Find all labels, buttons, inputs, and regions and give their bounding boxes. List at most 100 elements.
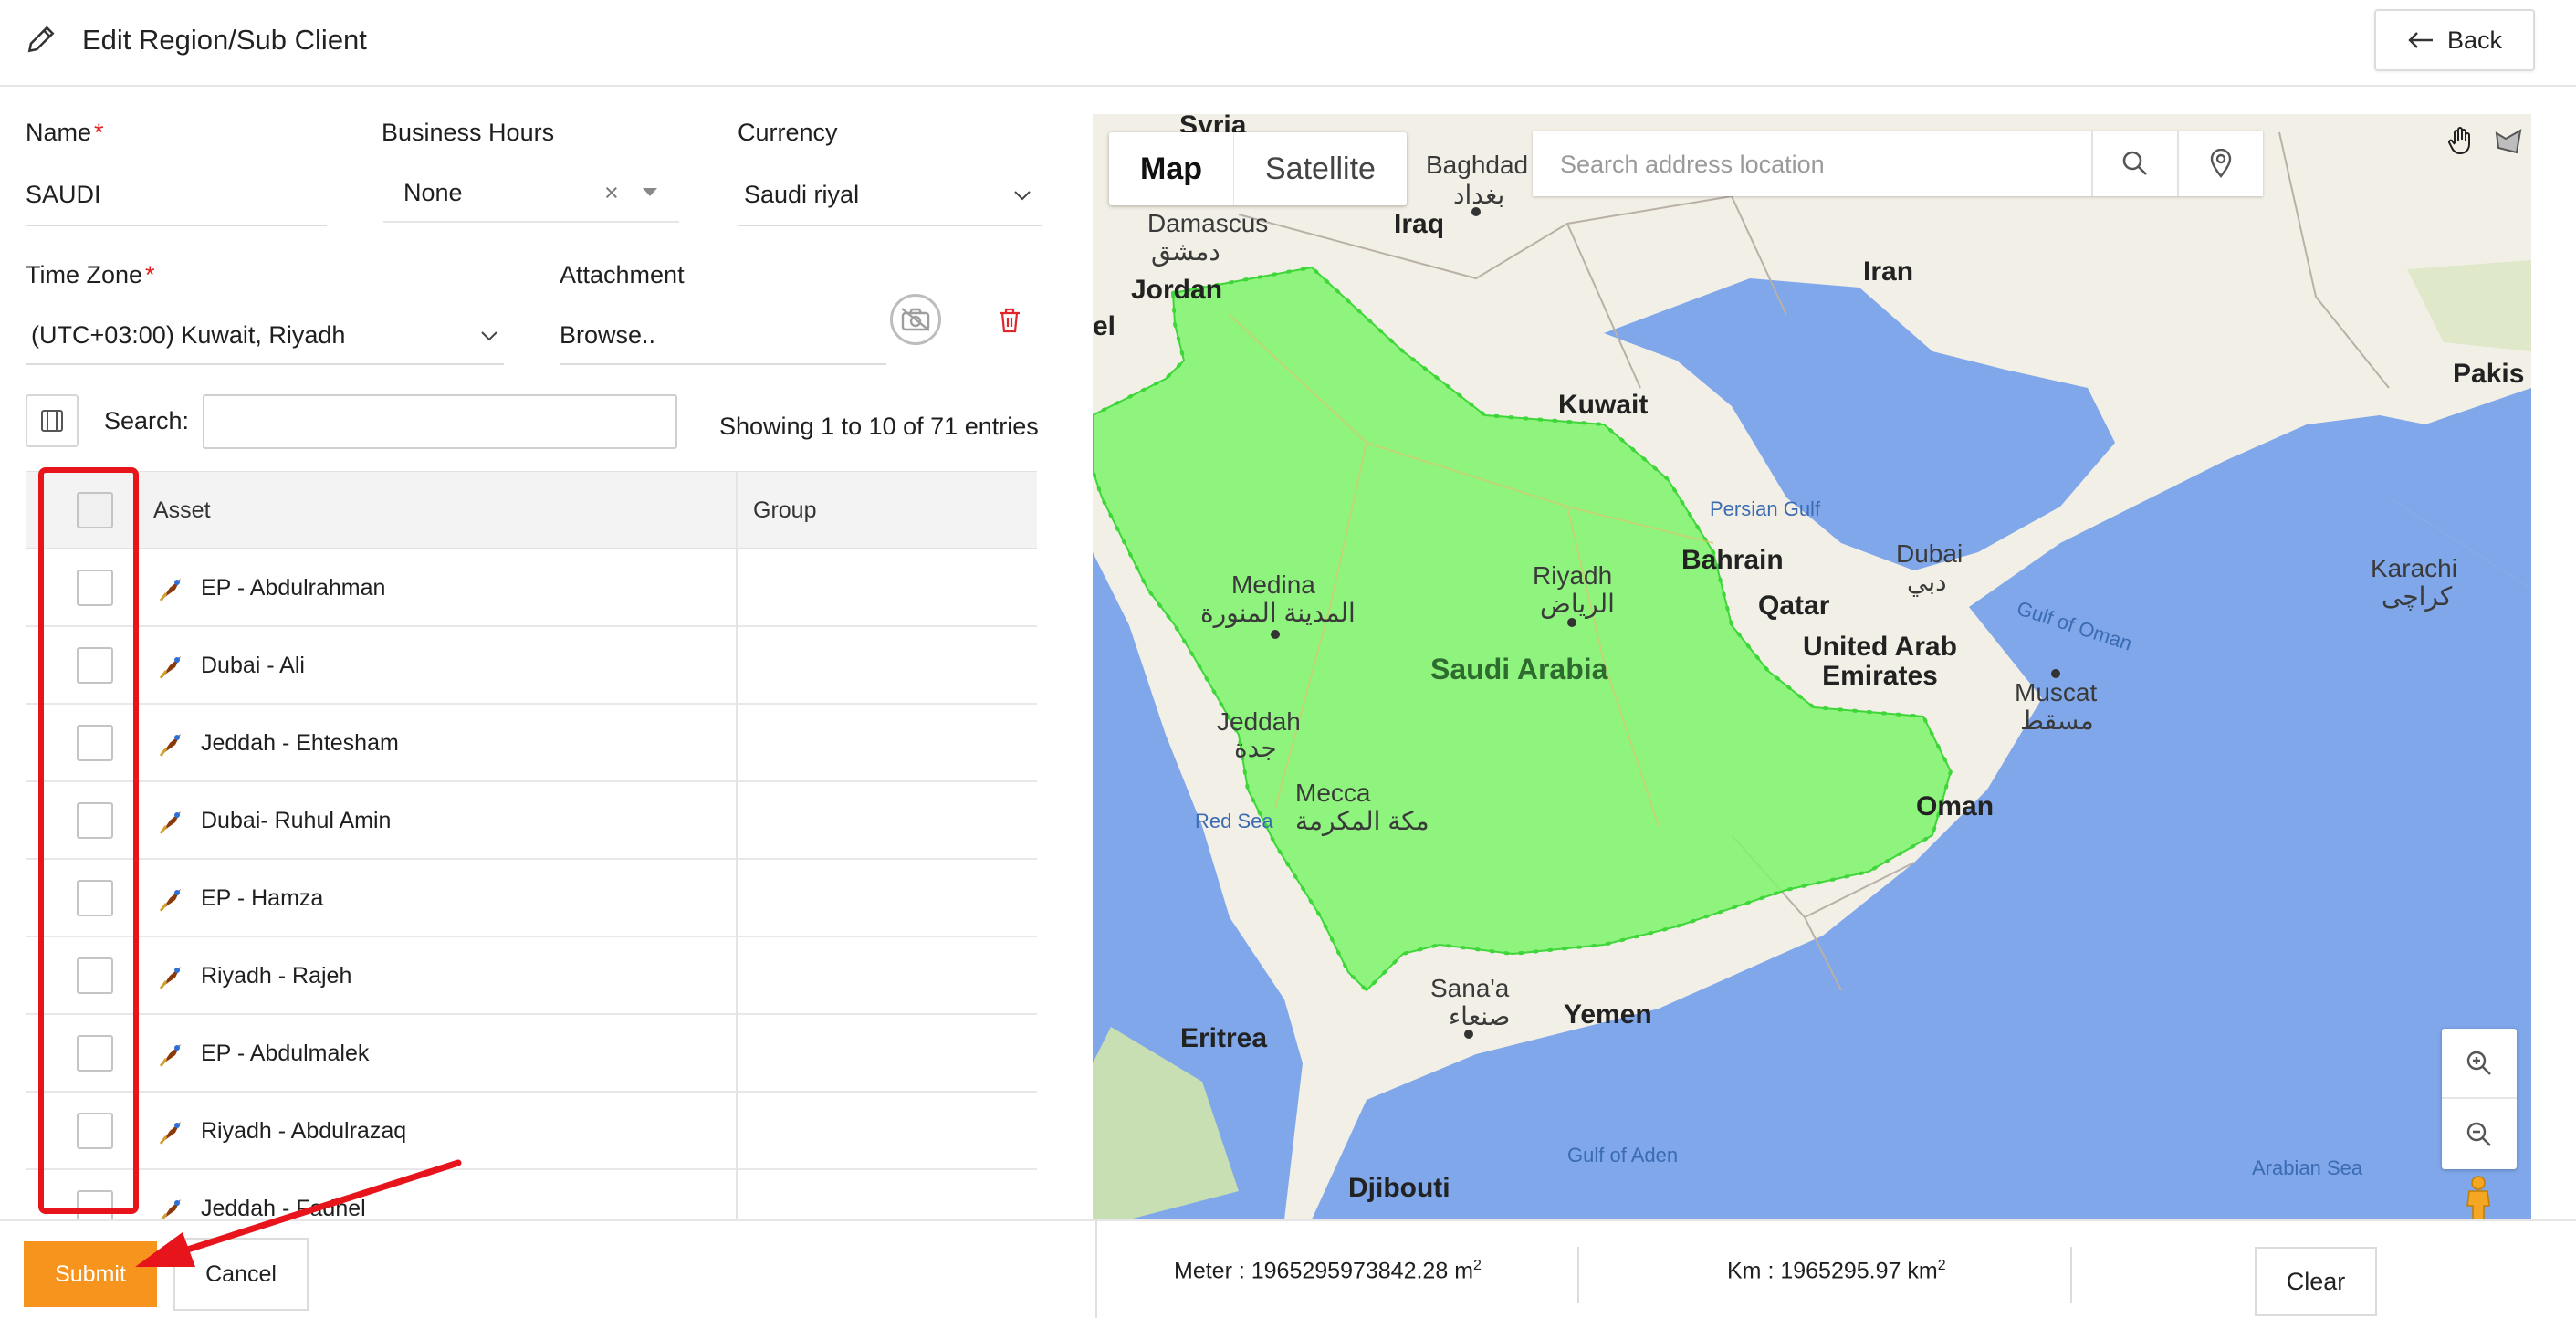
back-button[interactable]: Back <box>2374 9 2535 71</box>
attachment-underline <box>560 363 886 365</box>
business-hours-label: Business Hours <box>382 119 555 146</box>
zoom-out-icon <box>2466 1122 2491 1146</box>
business-hours-select[interactable]: None <box>403 179 463 207</box>
arrow-left-icon <box>2408 32 2433 48</box>
map-label-muscat-ar: مسقط <box>2020 706 2094 735</box>
map-label-dubai-ar: دبي <box>1907 568 1947 596</box>
divider <box>1577 1247 1579 1303</box>
currency-underline <box>738 225 1042 226</box>
map-label-saudi-arabia: Saudi Arabia <box>1430 653 1608 685</box>
map-label-persian-gulf: Persian Gulf <box>1710 497 1821 520</box>
zoom-in-icon <box>2466 1051 2491 1075</box>
search-icon <box>2122 151 2147 175</box>
map-label-muscat: Muscat <box>2015 678 2098 706</box>
table-row[interactable]: EP - Abdulmalek <box>26 1015 1037 1093</box>
attachment-browse[interactable]: Browse.. <box>560 321 655 350</box>
clear-button[interactable]: Clear <box>2255 1247 2377 1316</box>
asset-table: Asset Group EP - Abdulrahman Dubai - Ali J… <box>26 471 1037 1219</box>
search-input[interactable] <box>203 394 677 449</box>
map-search-bar: Search address location <box>1533 131 2263 196</box>
map-label-baghdad: Baghdad <box>1426 151 1529 179</box>
map-label-eritrea: Eritrea <box>1180 1023 1268 1053</box>
asset-name: EP - Abdulmalek <box>201 1041 370 1066</box>
map-label-oman: Oman <box>1916 791 1995 821</box>
asset-name: EP - Abdulrahman <box>201 575 386 601</box>
column-asset[interactable]: Asset <box>153 497 211 524</box>
column-divider <box>736 471 738 1219</box>
location-button[interactable] <box>2177 131 2263 196</box>
polygon-draw-icon[interactable] <box>2489 123 2528 160</box>
annotation-arrow <box>135 1159 462 1267</box>
table-row[interactable]: Jeddah - Ehtesham <box>26 705 1037 782</box>
map-label-pakistan: Pakis <box>2453 359 2525 389</box>
tab-map[interactable]: Map <box>1109 132 1233 205</box>
pencil-icon <box>27 26 55 53</box>
map-label-arabian-sea: Arabian Sea <box>2252 1156 2363 1179</box>
tab-satellite[interactable]: Satellite <box>1233 132 1407 205</box>
back-button-label: Back <box>2446 26 2503 54</box>
caret-down-icon[interactable] <box>643 188 657 197</box>
trash-icon[interactable] <box>998 307 1021 334</box>
table-row[interactable]: Dubai - Ali <box>26 627 1037 705</box>
map-search-button[interactable] <box>2091 131 2177 196</box>
column-group[interactable]: Group <box>753 497 816 524</box>
map-label-uae: United Arab Emirates <box>1803 632 1957 691</box>
location-pin-icon <box>2210 149 2232 178</box>
map-label-djibouti: Djibouti <box>1348 1173 1450 1203</box>
map-label-gulf-of-aden: Gulf of Aden <box>1567 1144 1679 1166</box>
map-view[interactable]: Syria Baghdad بغداد Damascus دمشق Iraq I… <box>1093 114 2531 1219</box>
currency-label: Currency <box>738 119 838 146</box>
map-label-medina-ar: المدينة المنورة <box>1200 599 1356 627</box>
map-label-sanaa: Sana'a <box>1430 974 1510 1002</box>
map-label-yemen: Yemen <box>1564 999 1652 1030</box>
asset-type-icon <box>159 579 181 601</box>
chevron-down-icon[interactable] <box>1013 190 1031 201</box>
required-mark: * <box>145 261 155 288</box>
search-label: Search: <box>104 407 190 434</box>
map-label-medina: Medina <box>1231 570 1315 599</box>
street-view-pegman-icon[interactable] <box>2458 1175 2498 1219</box>
no-camera-icon[interactable] <box>890 294 941 345</box>
asset-type-icon <box>159 889 181 912</box>
table-info: Showing 1 to 10 of 71 entries <box>719 413 1039 440</box>
page-title: Edit Region/Sub Client <box>82 24 367 56</box>
asset-name: Riyadh - Rajeh <box>201 963 352 988</box>
asset-type-icon <box>159 811 181 834</box>
table-row[interactable]: Dubai- Ruhul Amin <box>26 782 1037 860</box>
asset-name: Jeddah - Ehtesham <box>201 730 399 756</box>
table-header: Asset Group <box>26 471 1037 549</box>
hand-icon[interactable] <box>2442 123 2480 160</box>
map-label-damascus-ar: دمشق <box>1151 237 1220 266</box>
area-meter: Meter : 1965295973842.28 m2 <box>1174 1258 1482 1284</box>
clear-icon[interactable]: × <box>604 179 619 207</box>
asset-type-icon <box>159 1122 181 1145</box>
timezone-select[interactable]: (UTC+03:00) Kuwait, Riyadh <box>31 321 345 350</box>
map-label-mecca-ar: مكة المكرمة <box>1295 807 1429 835</box>
currency-select[interactable]: Saudi riyal <box>744 181 859 209</box>
highlight-box <box>38 467 139 1214</box>
chevron-down-icon[interactable] <box>480 330 498 341</box>
table-row[interactable]: EP - Abdulrahman <box>26 549 1037 627</box>
map-label-sanaa-ar: صنعاء <box>1449 1002 1511 1030</box>
asset-type-icon <box>159 1044 181 1067</box>
zoom-in-button[interactable] <box>2442 1029 2517 1099</box>
table-row[interactable]: EP - Hamza <box>26 860 1037 937</box>
map-label-qatar: Qatar <box>1758 591 1830 621</box>
map-label-karachi: Karachi <box>2371 554 2457 582</box>
map-label-riyadh: Riyadh <box>1533 561 1613 590</box>
map-label-red-sea: Red Sea <box>1195 810 1273 832</box>
map-search-input[interactable]: Search address location <box>1560 151 1825 179</box>
column-toggle-button[interactable] <box>26 394 79 447</box>
map-label-bahrain: Bahrain <box>1681 545 1784 575</box>
zoom-out-button[interactable] <box>2442 1099 2517 1169</box>
table-row[interactable]: Riyadh - Rajeh <box>26 937 1037 1015</box>
map-label-mecca: Mecca <box>1295 779 1371 807</box>
name-input[interactable]: SAUDI <box>26 181 101 209</box>
asset-type-icon <box>159 967 181 989</box>
map-label-iran: Iran <box>1863 256 1914 287</box>
name-underline <box>26 225 327 226</box>
name-label: Name * <box>26 119 104 146</box>
page-header: Edit Region/Sub Client Back <box>0 0 2576 87</box>
zoom-controls <box>2442 1029 2517 1169</box>
business-hours-underline <box>383 221 679 223</box>
